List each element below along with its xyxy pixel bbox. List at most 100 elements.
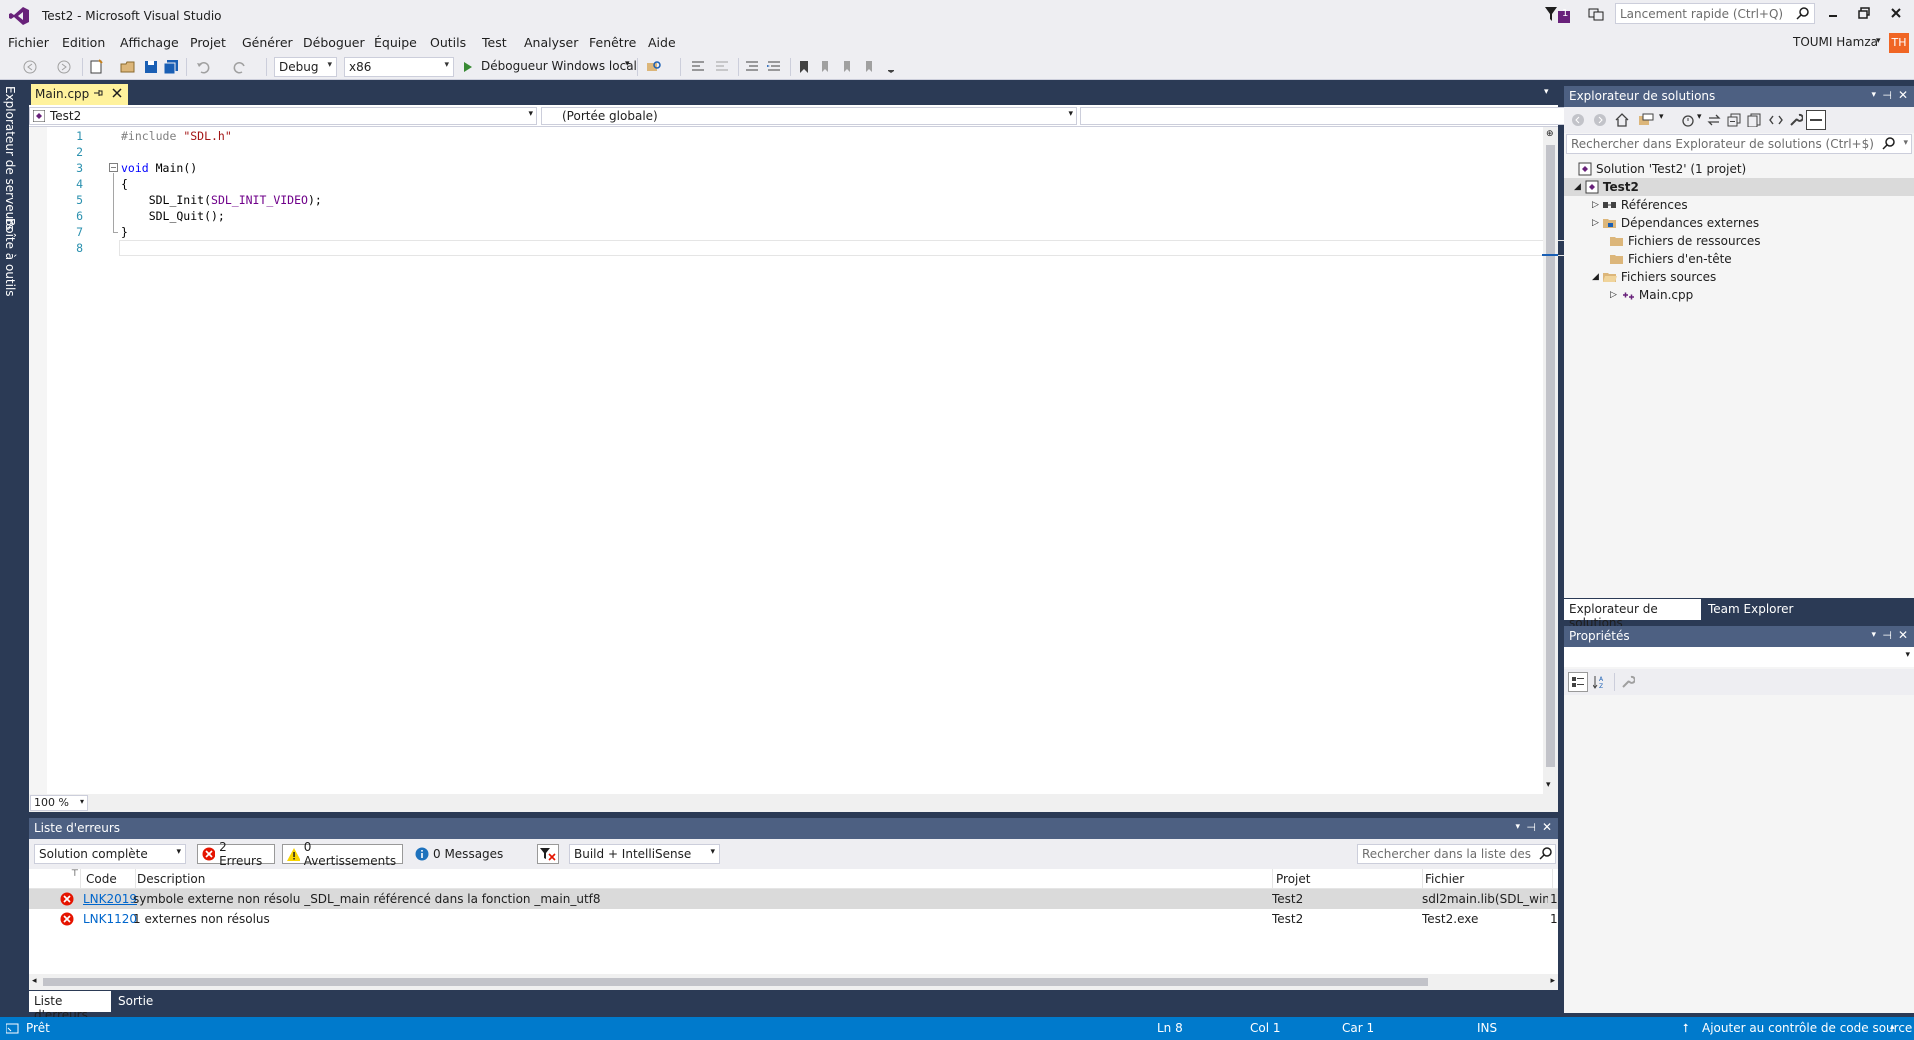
tab-overflow-icon[interactable]: ▾ (1544, 87, 1549, 97)
source-control-up-arrow-icon[interactable]: ⭡ (1683, 1021, 1689, 1036)
switch-views-icon[interactable] (1636, 110, 1656, 130)
server-explorer-tab[interactable]: Explorateur de serveurs (3, 86, 17, 230)
minimize-button[interactable] (1826, 6, 1840, 20)
tab-output[interactable]: Sortie (113, 991, 158, 1012)
chevron-down-icon[interactable]: ▾ (625, 59, 630, 69)
editor-vertical-scrollbar[interactable]: ⊕ ▾ (1542, 127, 1558, 794)
solution-platform-select[interactable]: x86 ▾ (344, 57, 454, 77)
restore-button[interactable] (1857, 6, 1871, 20)
home-icon[interactable] (1612, 110, 1632, 130)
errors-filter-button[interactable]: 2 Erreurs (197, 840, 275, 868)
sort-icon[interactable]: ⊤ (71, 869, 79, 879)
quick-launch-input[interactable]: Lancement rapide (Ctrl+Q) (1615, 3, 1815, 24)
code-editor[interactable]: 1 2 3 4 5 6 7 8 #include "SDL.h" void Ma… (29, 127, 1569, 794)
back-icon[interactable] (1568, 110, 1588, 130)
pin-icon[interactable]: ⊣ (1882, 629, 1892, 642)
scroll-down-icon[interactable]: ▾ (1546, 780, 1551, 790)
menu-equipe[interactable]: Équipe (374, 35, 417, 50)
close-icon[interactable]: ✕ (1898, 628, 1908, 642)
window-position-icon[interactable]: ▾ (1515, 822, 1520, 832)
properties-wrench-icon[interactable] (1786, 110, 1806, 130)
window-position-icon[interactable]: ▾ (1871, 630, 1876, 640)
pending-changes-filter-icon[interactable] (1678, 110, 1698, 130)
play-icon[interactable] (460, 57, 476, 77)
menu-fenetre[interactable]: Fenêtre (589, 35, 636, 50)
toolbar-overflow-icon[interactable] (881, 57, 901, 77)
pin-icon[interactable]: ⊣ (1526, 821, 1536, 834)
tree-item-references[interactable]: ▷ Références (1592, 196, 1688, 214)
notifications-filter-icon[interactable] (1545, 6, 1573, 24)
tree-item-main-cpp[interactable]: ▷ Main.cpp (1610, 286, 1693, 304)
user-name[interactable]: TOUMI Hamza (1793, 35, 1878, 49)
scroll-left-icon[interactable]: ◂ (32, 976, 37, 986)
filter-toggle-button[interactable] (537, 844, 559, 864)
save-all-icon[interactable] (161, 57, 181, 77)
tree-item-solution[interactable]: Solution 'Test2' (1 projet) (1578, 160, 1746, 178)
start-debugger-button[interactable]: Débogueur Windows local (481, 59, 637, 73)
close-icon[interactable] (112, 88, 122, 98)
tab-main-cpp[interactable]: Main.cpp (31, 84, 128, 105)
close-icon[interactable]: ✕ (1542, 820, 1552, 834)
column-description[interactable]: Description (137, 872, 205, 886)
solution-configuration-select[interactable]: Debug ▾ (274, 57, 337, 77)
column-code[interactable]: Code (86, 872, 117, 886)
pin-icon[interactable]: ⊣ (1882, 89, 1892, 102)
error-search-input[interactable]: Rechercher dans la liste des err (1357, 844, 1556, 864)
table-row[interactable]: LNK2019 symbole externe non résolu _SDL_… (29, 889, 1558, 909)
collapsed-arrow-icon[interactable]: ▷ (1592, 218, 1599, 228)
zoom-select[interactable]: 100 % ▾ (30, 795, 88, 811)
view-code-icon[interactable] (1766, 110, 1786, 130)
tab-team-explorer[interactable]: Team Explorer (1703, 599, 1799, 620)
messages-filter-button[interactable]: 0 Messages (410, 844, 526, 864)
menu-projet[interactable]: Projet (190, 35, 226, 50)
save-icon[interactable] (141, 57, 161, 77)
pin-icon[interactable] (93, 88, 103, 98)
chevron-down-icon[interactable]: ▾ (1903, 138, 1908, 148)
split-icon[interactable]: ⊕ (1546, 129, 1554, 139)
bookmark-icon[interactable] (794, 57, 814, 77)
tree-item-header-files[interactable]: Fichiers d'en-tête (1610, 250, 1732, 268)
sync-icon[interactable] (1704, 110, 1724, 130)
add-to-source-control-button[interactable]: Ajouter au contrôle de code source (1702, 1021, 1912, 1035)
navigate-back-icon[interactable] (20, 57, 40, 77)
user-dropdown-icon[interactable]: ▾ (1876, 36, 1881, 46)
show-all-files-icon[interactable] (1744, 110, 1764, 130)
categorized-icon[interactable] (1568, 672, 1588, 692)
chevron-down-icon[interactable]: ▾ (1697, 112, 1702, 122)
solution-search-input[interactable]: Rechercher dans Explorateur de solutions… (1566, 134, 1912, 154)
menu-test[interactable]: Test (482, 35, 507, 50)
error-list-horizontal-scrollbar[interactable]: ◂ ▸ (29, 974, 1558, 990)
column-project[interactable]: Projet (1276, 872, 1310, 886)
feedback-icon[interactable] (1588, 6, 1604, 22)
collapse-icon[interactable] (109, 163, 118, 172)
menu-deboguer[interactable]: Déboguer (303, 35, 365, 50)
error-code-link[interactable]: LNK2019 (83, 892, 137, 906)
table-row[interactable]: LNK1120 1 externes non résolus Test2 Tes… (29, 909, 1558, 929)
scroll-right-icon[interactable]: ▸ (1550, 976, 1555, 986)
navigate-forward-icon[interactable] (54, 57, 74, 77)
new-project-icon[interactable] (86, 57, 106, 77)
column-file[interactable]: Fichier (1425, 872, 1464, 886)
scrollbar-thumb[interactable] (43, 978, 1428, 986)
menu-edition[interactable]: Edition (62, 35, 105, 50)
previous-bookmark-icon[interactable] (816, 57, 836, 77)
tree-item-external-dependencies[interactable]: ▷ Dépendances externes (1592, 214, 1759, 232)
step-over-icon[interactable] (712, 57, 732, 77)
next-bookmark-icon[interactable] (838, 57, 858, 77)
property-pages-icon[interactable] (1618, 672, 1638, 692)
member-select[interactable]: ▾ (1080, 107, 1586, 125)
collapsed-arrow-icon[interactable]: ▷ (1592, 200, 1599, 210)
uncomment-lines-icon[interactable] (764, 57, 784, 77)
menu-outils[interactable]: Outils (430, 35, 466, 50)
forward-icon[interactable] (1590, 110, 1610, 130)
step-into-icon[interactable] (688, 57, 708, 77)
redo-icon[interactable] (230, 57, 250, 77)
error-scope-select[interactable]: Solution complète ▾ (34, 844, 186, 864)
open-file-icon[interactable] (118, 57, 138, 77)
tree-item-source-files[interactable]: ◢ Fichiers sources (1592, 268, 1716, 286)
close-icon[interactable]: ✕ (1898, 88, 1908, 102)
alphabetical-icon[interactable]: AZ (1590, 672, 1610, 692)
chevron-up-icon[interactable]: ▴ (1890, 1022, 1895, 1032)
expanded-arrow-icon[interactable]: ◢ (1592, 272, 1599, 282)
undo-icon[interactable] (193, 57, 213, 77)
